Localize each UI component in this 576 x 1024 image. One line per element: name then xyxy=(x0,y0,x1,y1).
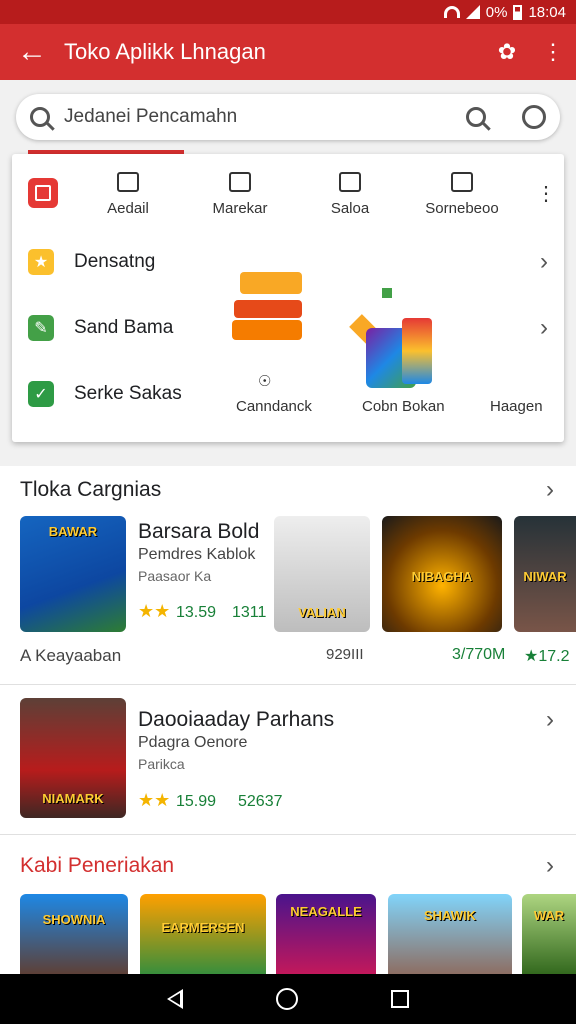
app-thumbnail[interactable]: NIAMARK xyxy=(20,698,126,818)
menu-row-label: Serke Sakas xyxy=(74,383,182,404)
chevron-right-icon: › xyxy=(540,314,548,341)
system-nav-bar xyxy=(0,974,576,1024)
category-label: Saloa xyxy=(330,200,370,217)
decorative-banner xyxy=(240,272,302,294)
wifi-icon xyxy=(443,6,460,18)
app-thumbnail[interactable]: SHAWIK xyxy=(388,894,512,974)
arrow-back-icon[interactable]: ← xyxy=(0,24,64,80)
thumb-title: NIWAR xyxy=(523,569,567,584)
section-title: Tloka Cargnias xyxy=(20,478,162,501)
search-area: Jedanei Pencamahn xyxy=(0,80,576,154)
chevron-right-icon[interactable]: › xyxy=(546,476,554,504)
box-icon xyxy=(339,172,361,192)
battery-icon xyxy=(513,4,523,20)
app-developer: Pemdres Kablok xyxy=(138,546,256,563)
search-submit-icon[interactable] xyxy=(466,107,486,127)
decorative-confetti xyxy=(382,288,392,298)
app-review-count: 52637 xyxy=(238,793,283,810)
status-bar: 0% 18:04 xyxy=(0,0,576,24)
battery-percent: 0% xyxy=(485,3,508,21)
search-input[interactable]: Jedanei Pencamahn xyxy=(64,106,466,128)
app-bar: ← Toko Aplikk Lhnagan ✿ ⋮ xyxy=(0,24,576,80)
category-item-2[interactable]: Saloa xyxy=(300,168,400,217)
star-icon: ★★ xyxy=(138,601,171,621)
star-icon: ★★ xyxy=(138,790,171,810)
menu-row-label: Sand Bama xyxy=(74,317,174,338)
divider xyxy=(0,684,576,685)
category-item-3[interactable]: Sornebeoo xyxy=(412,168,512,217)
app-thumbnail[interactable]: VALIAN xyxy=(274,516,370,632)
search-bar[interactable]: Jedanei Pencamahn xyxy=(16,94,560,140)
decorative-banner xyxy=(232,320,302,340)
tag-icon xyxy=(229,172,251,192)
image-icon xyxy=(451,172,473,192)
app-rating: 15.99 xyxy=(176,793,217,810)
app-footer: A Keayaaban xyxy=(20,646,122,665)
app-thumbnail[interactable]: SHOWNIA xyxy=(20,894,128,974)
thumb-title: NEAGALLE xyxy=(290,904,362,919)
nav-home-icon[interactable] xyxy=(275,988,298,1010)
app-thumbnail[interactable]: WAR xyxy=(522,894,576,974)
app-review-count: 1311 xyxy=(232,604,267,621)
decorative-illustration xyxy=(402,318,432,384)
more-vert-icon[interactable]: ⋮ xyxy=(530,24,576,80)
star-icon: ★ xyxy=(28,249,54,275)
thumb-title: NIBAGHA xyxy=(411,569,473,584)
app-footer: ★17.2 xyxy=(524,648,570,665)
divider xyxy=(0,834,576,835)
thumb-title: SHOWNIA xyxy=(42,912,106,927)
category-item-0[interactable]: Aedail xyxy=(78,168,178,217)
more-categories-icon[interactable]: ⋮ xyxy=(536,184,556,204)
check-icon: ✓ xyxy=(28,381,54,407)
thumb-title: WAR xyxy=(533,908,565,923)
clock: 18:04 xyxy=(528,3,566,21)
category-dropdown: Aedail Marekar Saloa Sornebeoo ⋮ ★ Densa… xyxy=(12,154,564,442)
category-item-1[interactable]: Marekar xyxy=(190,168,290,217)
chevron-right-icon: › xyxy=(540,248,548,275)
app-footer: 3/770M xyxy=(452,646,506,663)
nav-back-icon[interactable] xyxy=(166,989,183,1009)
app-name[interactable]: Barsara Bold xyxy=(138,520,259,544)
chevron-right-icon[interactable]: › xyxy=(546,852,554,880)
thumb-title: BAWAR xyxy=(48,524,98,539)
app-thumbnail[interactable]: NEAGALLE xyxy=(276,894,376,974)
app-category: Parikca xyxy=(138,756,185,772)
app-thumbnail[interactable]: EARMERSEN xyxy=(140,894,266,974)
thumb-title: SHAWIK xyxy=(424,908,476,923)
search-icon[interactable] xyxy=(30,107,50,127)
app-footer: 929III xyxy=(326,646,364,663)
app-name[interactable]: Daooiaaday Parhans xyxy=(138,708,334,732)
compass-icon: ☉ xyxy=(258,373,272,390)
signal-icon xyxy=(465,5,480,19)
decorative-banner xyxy=(234,300,302,318)
thumb-title: VALIAN xyxy=(298,605,346,620)
app-rating: 13.59 xyxy=(176,604,217,621)
sub-label[interactable]: Cobn Bokan xyxy=(362,398,445,415)
chevron-right-icon[interactable]: › xyxy=(546,706,554,734)
thumb-title: NIAMARK xyxy=(42,791,104,806)
nav-recents-icon[interactable] xyxy=(391,990,410,1008)
voice-search-icon[interactable] xyxy=(522,105,546,129)
category-label: Marekar xyxy=(212,200,268,217)
share-icon[interactable]: ✿ xyxy=(484,24,530,80)
section-title: Kabi Peneriakan xyxy=(20,854,175,877)
category-label: Aedail xyxy=(107,200,149,217)
gift-icon xyxy=(117,172,139,192)
app-thumbnail[interactable]: NIBAGHA xyxy=(382,516,502,632)
edit-icon: ✎ xyxy=(28,315,54,341)
app-thumbnail[interactable]: NIWAR xyxy=(514,516,576,632)
sub-label[interactable]: Canndanck xyxy=(236,398,312,415)
category-label: Sornebeoo xyxy=(425,200,499,217)
sub-label[interactable]: Haagen xyxy=(490,398,543,415)
app-store-icon[interactable] xyxy=(28,178,58,208)
app-developer: Pdagra Oenore xyxy=(138,734,248,751)
app-category: Paasaor Ka xyxy=(138,568,212,584)
page-title: Toko Aplikk Lhnagan xyxy=(64,39,266,64)
thumb-title: EARMERSEN xyxy=(161,920,245,935)
app-thumbnail[interactable]: BAWAR xyxy=(20,516,126,632)
menu-row-label: Densatng xyxy=(74,251,156,272)
